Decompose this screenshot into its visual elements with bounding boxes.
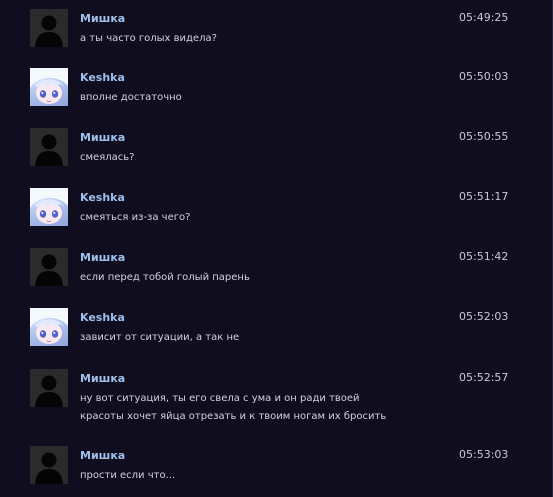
message-text: ну вот ситуация, ты его свела с ума и он…: [80, 390, 460, 426]
author-name[interactable]: Keshka: [80, 71, 125, 84]
default-avatar-icon[interactable]: [30, 369, 68, 407]
author-name[interactable]: Мишка: [80, 131, 125, 144]
message-line: а ты часто голых видела?: [80, 33, 217, 44]
author-name[interactable]: Keshka: [80, 191, 125, 204]
message-text: прости если что...: [80, 467, 460, 485]
message-timestamp: 05:53:03: [459, 448, 509, 461]
anime-avatar-icon[interactable]: [30, 68, 68, 106]
message-text: а ты часто голых видела?: [80, 30, 460, 48]
message-text: зависит от ситуации, а так не: [80, 329, 460, 347]
anime-avatar-icon[interactable]: [30, 188, 68, 226]
author-name[interactable]: Мишка: [80, 251, 125, 264]
message-timestamp: 05:50:03: [459, 70, 509, 83]
default-avatar-icon[interactable]: [30, 248, 68, 286]
message-text: вполне достаточно: [80, 89, 460, 107]
message-timestamp: 05:51:42: [459, 250, 509, 263]
author-name[interactable]: Мишка: [80, 449, 125, 462]
default-avatar-icon[interactable]: [30, 128, 68, 166]
message-timestamp: 05:52:57: [459, 371, 509, 384]
message-line: прости если что...: [80, 470, 176, 481]
message-timestamp: 05:52:03: [459, 310, 509, 323]
message-text: смеялась?: [80, 149, 460, 167]
anime-avatar-icon[interactable]: [30, 308, 68, 346]
message-line: ну вот ситуация, ты его свела с ума и он…: [80, 393, 360, 404]
message-timestamp: 05:49:25: [459, 11, 509, 24]
author-name[interactable]: Мишка: [80, 372, 125, 385]
default-avatar-icon[interactable]: [30, 9, 68, 47]
message-text: если перед тобой голый парень: [80, 269, 460, 287]
message-line: если перед тобой голый парень: [80, 272, 250, 283]
message-text: смеяться из-за чего?: [80, 209, 460, 227]
message-line: зависит от ситуации, а так не: [80, 332, 240, 343]
chat-history: Мишка 05:49:25 а ты часто голых видела? …: [0, 0, 553, 497]
author-name[interactable]: Мишка: [80, 12, 125, 25]
default-avatar-icon[interactable]: [30, 446, 68, 484]
author-name[interactable]: Keshka: [80, 311, 125, 324]
message-line: красоты хочет яйца отрезать и к твоим но…: [80, 411, 387, 422]
message-timestamp: 05:51:17: [459, 190, 509, 203]
message-line: вполне достаточно: [80, 92, 182, 103]
message-timestamp: 05:50:55: [459, 130, 509, 143]
message-line: смеялась?: [80, 152, 135, 163]
message-line: смеяться из-за чего?: [80, 212, 191, 223]
